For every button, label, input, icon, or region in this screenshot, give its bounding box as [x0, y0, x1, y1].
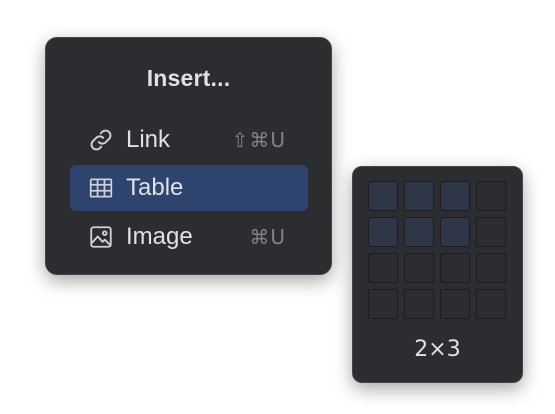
table-size-picker: 2×3 — [352, 166, 523, 383]
menu-item-label: Table — [126, 174, 184, 201]
shortcut-label: ⌘U — [249, 225, 286, 249]
grid-cell[interactable] — [440, 217, 470, 247]
menu-item-table[interactable]: Table — [70, 165, 308, 211]
grid-cell[interactable] — [404, 289, 434, 319]
grid-cell[interactable] — [476, 253, 506, 283]
link-icon — [88, 127, 114, 153]
grid-cell[interactable] — [440, 181, 470, 211]
grid-cell[interactable] — [476, 181, 506, 211]
grid-cell[interactable] — [368, 289, 398, 319]
grid-cell[interactable] — [368, 253, 398, 283]
menu-item-image[interactable]: Image ⌘U — [70, 214, 308, 260]
table-size-grid[interactable] — [368, 181, 508, 323]
grid-cell[interactable] — [368, 217, 398, 247]
image-icon — [88, 224, 114, 250]
grid-cell[interactable] — [476, 289, 506, 319]
grid-cell[interactable] — [440, 253, 470, 283]
grid-cell[interactable] — [368, 181, 398, 211]
menu-item-label: Image — [126, 223, 193, 250]
menu-title: Insert... — [146, 65, 231, 91]
table-icon — [88, 175, 114, 201]
table-size-label: 2×3 — [414, 337, 461, 362]
menu-item-label: Link — [126, 126, 171, 153]
grid-cell[interactable] — [404, 181, 434, 211]
insert-menu: Insert... Link ⇧⌘U Table Image ⌘U — [45, 37, 332, 275]
menu-item-link[interactable]: Link ⇧⌘U — [70, 117, 308, 163]
grid-cell[interactable] — [440, 289, 470, 319]
grid-cell[interactable] — [404, 217, 434, 247]
grid-cell[interactable] — [476, 217, 506, 247]
grid-cell[interactable] — [404, 253, 434, 283]
shortcut-label: ⇧⌘U — [231, 128, 286, 152]
